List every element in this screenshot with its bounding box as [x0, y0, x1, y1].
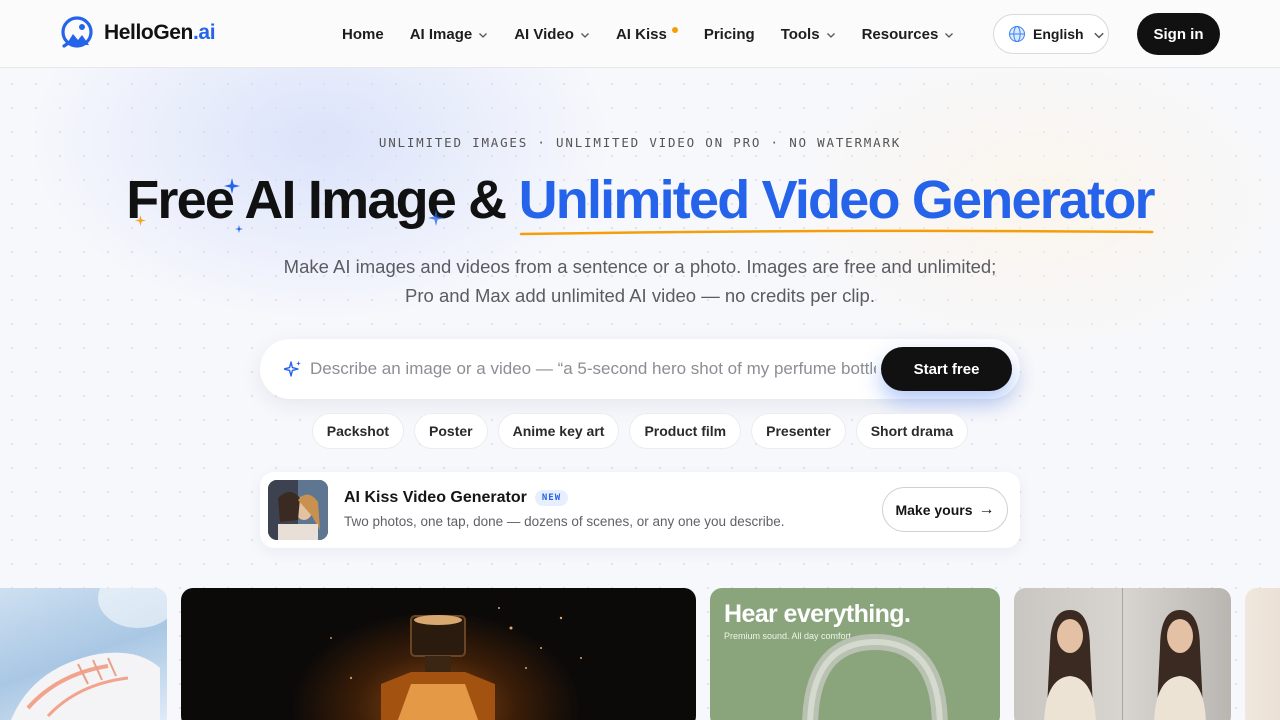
chip-presenter[interactable]: Presenter — [751, 413, 846, 449]
gallery-card-headphones[interactable]: Hear everything. Premium sound. All day … — [710, 588, 1000, 720]
chip-poster[interactable]: Poster — [414, 413, 488, 449]
sparkle-icon — [235, 225, 243, 233]
chevron-down-icon — [1093, 32, 1104, 39]
chip-short-drama[interactable]: Short drama — [855, 413, 969, 449]
chip-packshot[interactable]: Packshot — [311, 413, 405, 449]
chevron-down-icon — [581, 33, 589, 38]
nav-item-tools[interactable]: Tools — [781, 26, 836, 43]
gallery-card-sneaker[interactable] — [0, 588, 167, 720]
preset-chips: Packshot Poster Anime key art Product fi… — [0, 413, 1280, 449]
prompt-box: Start free — [260, 339, 1020, 399]
headline-highlight: Unlimited Video Generator — [519, 168, 1156, 236]
nav-item-ai-image[interactable]: AI Image — [410, 26, 489, 43]
headline-plain: Free AI Image & — [126, 170, 519, 230]
logo-icon — [61, 16, 93, 48]
start-free-button[interactable]: Start free — [881, 347, 1012, 391]
nav-item-home[interactable]: Home — [342, 26, 384, 43]
ai-sparkle-icon — [284, 361, 301, 377]
top-nav-bar: HelloGen.ai Home AI Image AI Video AI Ki… — [0, 0, 1280, 68]
chip-product-film[interactable]: Product film — [629, 413, 742, 449]
sparkle-icon — [428, 210, 444, 226]
sign-in-button[interactable]: Sign in — [1137, 13, 1220, 55]
chevron-down-icon — [826, 33, 835, 38]
showcase-gallery: Hear everything. Premium sound. All day … — [0, 588, 1280, 720]
gallery-card-partial[interactable] — [1245, 588, 1280, 720]
main-nav: Home AI Image AI Video AI Kiss Pricing T… — [342, 0, 954, 68]
chevron-down-icon — [479, 33, 488, 38]
logo[interactable]: HelloGen.ai — [60, 16, 216, 50]
hero-subtitle: Make AI images and videos from a sentenc… — [283, 256, 997, 306]
nav-item-ai-kiss[interactable]: AI Kiss — [616, 26, 678, 43]
globe-icon — [1009, 26, 1025, 42]
language-label: English — [1033, 26, 1084, 42]
sparkle-icon — [224, 178, 240, 194]
chevron-down-icon — [945, 33, 954, 38]
arrow-right-icon: → — [978, 500, 995, 518]
chip-anime-key-art[interactable]: Anime key art — [497, 413, 620, 449]
nav-item-ai-video[interactable]: AI Video — [514, 26, 590, 43]
language-selector[interactable]: English — [993, 14, 1109, 54]
underline-stroke — [519, 229, 1154, 236]
new-badge: NEW — [534, 490, 569, 506]
promo-thumbnail — [268, 480, 328, 540]
make-yours-button[interactable]: Make yours → — [882, 487, 1008, 532]
nav-item-resources[interactable]: Resources — [862, 26, 955, 43]
hero-eyebrow: UNLIMITED IMAGES · UNLIMITED VIDEO ON PR… — [378, 135, 902, 150]
nav-item-pricing[interactable]: Pricing — [704, 26, 755, 43]
new-dot-badge — [671, 27, 678, 33]
logo-text: HelloGen.ai — [104, 21, 216, 44]
ai-kiss-promo-card[interactable]: AI Kiss Video Generator NEW Two photos, … — [260, 472, 1020, 548]
sparkle-icon — [135, 215, 146, 226]
hero-headline: Free AI Image & Unlimited Video Generato… — [0, 168, 1280, 236]
promo-description: Two photos, one tap, done — dozens of sc… — [344, 514, 785, 529]
gallery-card-perfume[interactable] — [181, 588, 696, 720]
gallery-card-presenter[interactable] — [1014, 588, 1231, 720]
prompt-input[interactable] — [310, 349, 876, 389]
promo-title: AI Kiss Video Generator NEW — [344, 489, 569, 507]
